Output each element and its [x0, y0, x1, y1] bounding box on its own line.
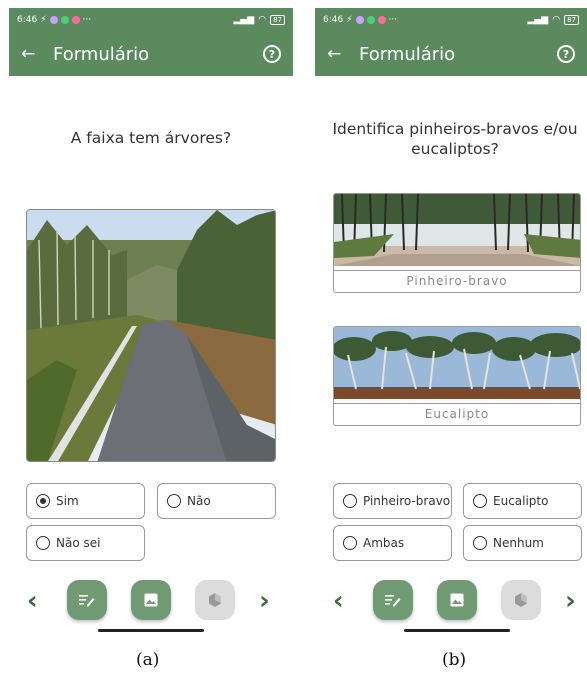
- wifi-icon: ◠: [552, 15, 561, 25]
- reference-caption: Pinheiro-bravo: [334, 270, 580, 292]
- eucalyptus-photo: [334, 327, 580, 399]
- radio-icon: [36, 536, 50, 550]
- radio-icon: [473, 536, 487, 550]
- battery-icon: 87: [270, 15, 285, 25]
- phone-screen-b: 6:46 ⚡ ··· ▂▄▆ ◠ 87 ← Formulário ? Ident…: [315, 8, 587, 633]
- option-nao-sei[interactable]: Não sei: [26, 525, 145, 561]
- option-label: Eucalipto: [493, 494, 549, 508]
- phone-screen-a: 6:46 ⚡ ··· ▂▄▆ ◠ 87 ← Formulário ? A fai…: [9, 8, 293, 633]
- signal-icon: ▂▄▆: [527, 15, 549, 25]
- signal-icon: ▂▄▆: [233, 15, 255, 25]
- hexagon-icon: [209, 593, 221, 607]
- page-title: Formulário: [53, 43, 150, 65]
- pine-forest-photo: [334, 194, 580, 266]
- option-sim[interactable]: Sim: [26, 483, 145, 519]
- notification-icon: ⚡: [346, 15, 353, 25]
- arrow-left-icon[interactable]: ←: [327, 44, 353, 64]
- media-icon: [377, 16, 386, 24]
- edit-form-icon: [385, 595, 401, 607]
- media-icon: [71, 16, 80, 24]
- chevron-right-icon[interactable]: ›: [259, 586, 270, 616]
- radio-icon: [343, 494, 357, 508]
- image-icon: [450, 593, 464, 607]
- gesture-handle: [404, 629, 510, 632]
- notification-icon: ⚡: [40, 15, 47, 25]
- option-label: Não: [187, 494, 211, 508]
- radio-icon: [167, 494, 181, 508]
- option-nenhum[interactable]: Nenhum: [463, 525, 582, 561]
- image-button[interactable]: [131, 580, 171, 620]
- radio-icon: [473, 494, 487, 508]
- option-label: Não sei: [56, 536, 101, 550]
- status-bar: 6:46 ⚡ ··· ▂▄▆ ◠ 87: [315, 8, 587, 32]
- more-icon: ···: [388, 15, 398, 25]
- battery-icon: 87: [564, 15, 579, 25]
- option-label: Sim: [56, 494, 79, 508]
- form-button[interactable]: [67, 580, 107, 620]
- status-time: 6:46: [17, 15, 38, 25]
- hexagon-icon: [515, 593, 527, 607]
- hexagon-button: [195, 580, 235, 620]
- radio-icon: [343, 536, 357, 550]
- messenger-icon: [355, 16, 364, 24]
- option-label: Nenhum: [493, 536, 544, 550]
- whatsapp-icon: [366, 16, 375, 24]
- question-text: A faixa tem árvores?: [70, 129, 232, 147]
- gesture-handle: [98, 629, 204, 632]
- option-label: Ambas: [363, 536, 405, 550]
- arrow-left-icon[interactable]: ←: [21, 44, 47, 64]
- option-nao[interactable]: Não: [157, 483, 276, 519]
- option-label: Pinheiro-bravo: [363, 494, 451, 508]
- edit-form-icon: [79, 595, 95, 607]
- status-time: 6:46: [323, 15, 344, 25]
- messenger-icon: [49, 16, 58, 24]
- sublabel-a: (a): [136, 650, 160, 670]
- status-bar: 6:46 ⚡ ··· ▂▄▆ ◠ 87: [9, 8, 293, 32]
- page-title: Formulário: [359, 43, 456, 65]
- chevron-left-icon[interactable]: ‹: [333, 586, 344, 616]
- hexagon-button: [501, 580, 541, 620]
- option-eucalipto[interactable]: Eucalipto: [463, 483, 582, 519]
- whatsapp-icon: [60, 16, 69, 24]
- road-photo: [26, 209, 276, 462]
- image-icon: [144, 593, 158, 607]
- radio-selected-icon: [36, 494, 50, 508]
- question-text: Identifica pinheiros-bravos e/ou eucalip…: [332, 120, 578, 158]
- bottom-nav: ‹ ›: [9, 580, 293, 620]
- option-ambas[interactable]: Ambas: [333, 525, 452, 561]
- wifi-icon: ◠: [258, 15, 267, 25]
- bottom-nav: ‹ ›: [315, 580, 587, 620]
- app-bar: ← Formulário ?: [315, 32, 587, 76]
- reference-card-pinheiro: Pinheiro-bravo: [333, 193, 581, 293]
- more-icon: ···: [82, 15, 92, 25]
- form-button[interactable]: [373, 580, 413, 620]
- help-circle-icon[interactable]: ?: [263, 45, 281, 63]
- app-bar: ← Formulário ?: [9, 32, 293, 76]
- image-button[interactable]: [437, 580, 477, 620]
- option-pinheiro-bravo[interactable]: Pinheiro-bravo: [333, 483, 452, 519]
- reference-caption: Eucalipto: [334, 403, 580, 425]
- sublabel-b: (b): [442, 650, 467, 670]
- chevron-right-icon[interactable]: ›: [565, 586, 576, 616]
- chevron-left-icon[interactable]: ‹: [27, 586, 38, 616]
- help-circle-icon[interactable]: ?: [557, 45, 575, 63]
- reference-card-eucalipto: Eucalipto: [333, 326, 581, 426]
